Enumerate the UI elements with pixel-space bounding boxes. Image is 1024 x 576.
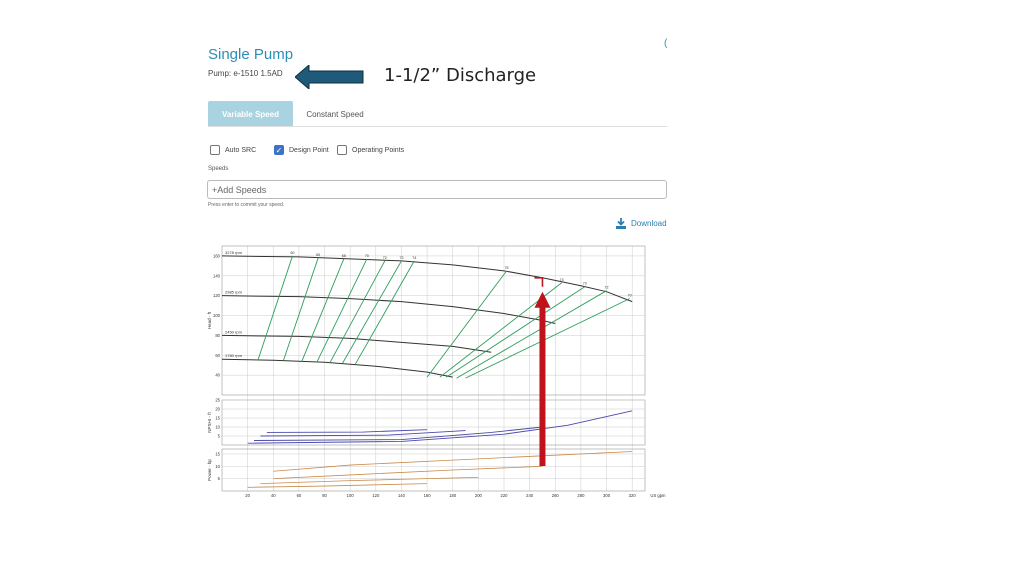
x-tick-label: 160 (424, 493, 432, 498)
efficiency-label: 70 (628, 294, 632, 298)
head-curve (221, 358, 453, 378)
efficiency-line (456, 290, 607, 379)
tab-variable-speed[interactable]: Variable Speed (208, 101, 293, 127)
y-tick-label: 60 (215, 353, 220, 358)
power-y-label: Power - hp (207, 459, 212, 481)
efficiency-line (354, 260, 415, 365)
y-tick-label: 80 (215, 333, 220, 338)
y-tick-label: 15 (215, 451, 220, 456)
efficiency-line (426, 270, 507, 378)
efficiency-label: 72 (605, 286, 609, 290)
y-tick-label: 20 (215, 407, 220, 412)
efficiency-line (329, 260, 386, 364)
download-button[interactable]: Download (616, 218, 667, 229)
power-curve (247, 483, 428, 488)
design-point-marker (534, 276, 544, 287)
efficiency-label: 74 (560, 278, 564, 282)
efficiency-label: 73 (399, 256, 403, 260)
discharge-annotation: 1-1/2” Discharge (384, 65, 537, 86)
npshr-curve (254, 426, 543, 441)
x-tick-label: 180 (449, 493, 457, 498)
efficiency-label: 60 (291, 251, 295, 255)
speed-label: 2985 rpm (225, 290, 243, 295)
x-tick-label: 260 (552, 493, 560, 498)
tabs-divider (208, 126, 667, 127)
red-arrow-shaft (539, 305, 546, 466)
checkbox-label: Design Point (289, 146, 329, 154)
efficiency-line (283, 257, 319, 361)
x-tick-label: 280 (577, 493, 585, 498)
speeds-input[interactable] (207, 180, 667, 199)
efficiency-label: 68 (342, 254, 346, 258)
x-tick-label: 300 (603, 493, 611, 498)
x-tick-label: 80 (322, 493, 327, 498)
power-curve (260, 477, 479, 484)
efficiency-line (257, 255, 293, 361)
download-icon (616, 218, 626, 229)
x-tick-label: 20 (245, 493, 250, 498)
x-tick-label: 60 (297, 493, 302, 498)
x-tick-label: 200 (475, 493, 483, 498)
speed-label: 2450 rpm (225, 329, 243, 334)
efficiency-label: 74 (412, 256, 416, 260)
auto-src-checkbox[interactable]: Auto SRC (210, 144, 256, 156)
head-panel-frame (221, 245, 646, 396)
efficiency-line (446, 286, 586, 378)
y-tick-label: 100 (213, 313, 221, 318)
efficiency-line (301, 258, 345, 363)
speed-label: 1780 rpm (225, 353, 243, 358)
y-tick-label: 140 (213, 273, 221, 278)
x-unit-label: US gpm (650, 493, 666, 498)
design-point-checkbox[interactable]: ✓ Design Point (274, 144, 329, 156)
speeds-helper-text: Press enter to commit your speed. (208, 202, 285, 208)
x-tick-label: 120 (372, 493, 380, 498)
efficiency-label: 70 (365, 254, 369, 258)
speed-label: 3278 rpm (225, 250, 243, 255)
operating-points-checkbox[interactable]: Operating Points (337, 144, 404, 156)
head-y-label: Head - ft (207, 311, 212, 329)
pump-label: Pump: e-1510 1.5AD (208, 69, 283, 78)
x-tick-label: 220 (501, 493, 509, 498)
y-tick-label: 40 (215, 373, 220, 378)
y-tick-label: 160 (213, 253, 221, 258)
collapse-icon[interactable]: ( (664, 38, 667, 49)
npshr-curve (260, 430, 466, 437)
checkbox-label: Operating Points (352, 146, 405, 154)
efficiency-label: 73 (583, 282, 587, 286)
checkbox-box[interactable] (210, 145, 220, 155)
checkbox-label: Auto SRC (225, 146, 257, 154)
efficiency-line (342, 260, 402, 364)
y-tick-label: 25 (215, 398, 220, 403)
pump-curve-chart: 20 40 60 80 100 120 140 160 180 200 220 240 260 280 30… (207, 245, 666, 498)
red-arrow-head (534, 291, 551, 308)
x-tick-label: 140 (398, 493, 406, 498)
x-tick-label: 40 (271, 493, 276, 498)
checkmark-icon[interactable]: ✓ (274, 145, 284, 155)
checkbox-box[interactable] (337, 145, 347, 155)
y-tick-label: 15 (215, 416, 220, 421)
efficiency-label: 65 (316, 253, 320, 257)
left-arrow-annotation (295, 65, 364, 89)
x-tick-label: 240 (526, 493, 534, 498)
y-tick-label: 5 (218, 476, 221, 481)
tab-constant-speed[interactable]: Constant Speed (300, 101, 370, 127)
y-tick-label: 120 (213, 293, 221, 298)
y-tick-label: 5 (218, 434, 221, 439)
efficiency-label: 72 (383, 256, 387, 260)
download-label: Download (631, 219, 667, 228)
npshr-curve (266, 429, 428, 433)
page-title: Single Pump (208, 46, 294, 63)
x-tick-label: 320 (629, 493, 637, 498)
npshr-y-label: NPSHr - ft (207, 412, 212, 433)
x-tick-label: 100 (347, 493, 355, 498)
speeds-label: Speeds (208, 166, 229, 172)
efficiency-label: 75 (505, 266, 509, 270)
head-curve (221, 295, 556, 324)
y-tick-label: 10 (215, 425, 220, 430)
y-tick-label: 10 (215, 464, 220, 469)
